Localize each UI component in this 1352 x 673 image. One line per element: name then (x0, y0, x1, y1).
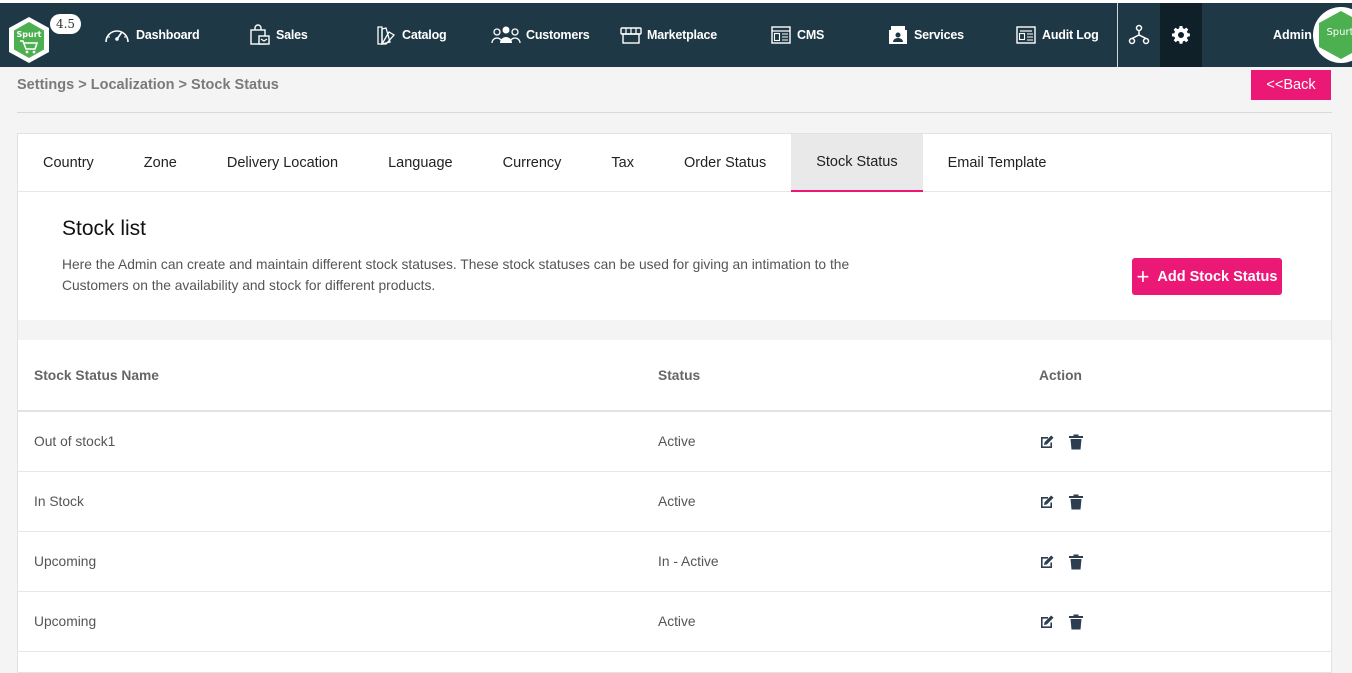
nav-cms-label: CMS (797, 28, 825, 42)
nav-customers[interactable]: Customers (491, 3, 590, 67)
tab-stock-status[interactable]: Stock Status (791, 134, 923, 192)
plus-icon: + (1136, 263, 1150, 289)
add-stock-status-label: Add Stock Status (1157, 268, 1278, 285)
edit-icon[interactable] (1039, 614, 1055, 630)
back-button[interactable]: <<Back (1251, 70, 1331, 100)
nav-marketplace-label: Marketplace (647, 28, 718, 42)
column-header-status: Status (658, 367, 701, 383)
tab-email-template[interactable]: Email Template (923, 134, 1072, 192)
trash-icon[interactable] (1069, 554, 1083, 570)
settings-card: Country Zone Delivery Location Language … (17, 133, 1332, 673)
add-stock-status-button[interactable]: + Add Stock Status (1132, 258, 1282, 295)
row-status: In - Active (658, 554, 719, 569)
trash-icon[interactable] (1069, 494, 1083, 510)
table-row: In Stock Active (18, 472, 1331, 532)
breadcrumb[interactable]: Settings > Localization > Stock Status (17, 77, 279, 93)
shopping-bag-icon (250, 24, 270, 45)
nav-audit-log[interactable]: Audit Log (1015, 3, 1099, 67)
nav-catalog-label: Catalog (402, 28, 447, 42)
tab-language[interactable]: Language (363, 134, 478, 192)
sitemap-button[interactable] (1118, 3, 1160, 67)
row-actions (1039, 614, 1083, 630)
tab-tax[interactable]: Tax (586, 134, 659, 192)
admin-name[interactable]: Admin (1273, 3, 1312, 67)
catalog-swatch-icon (377, 26, 396, 45)
localization-tabs: Country Zone Delivery Location Language … (18, 134, 1331, 192)
speedometer-icon (105, 30, 129, 43)
divider (17, 112, 1332, 113)
tab-zone[interactable]: Zone (119, 134, 202, 192)
svg-text:Spurt: Spurt (17, 30, 42, 39)
tab-delivery-location[interactable]: Delivery Location (202, 134, 363, 192)
nav-dashboard[interactable]: Dashboard (103, 3, 200, 67)
services-icon (889, 26, 907, 44)
section-gap (18, 320, 1331, 340)
cms-layout-icon (771, 26, 791, 44)
nav-services[interactable]: Services (887, 3, 964, 67)
audit-log-icon (1016, 26, 1036, 44)
edit-icon[interactable] (1039, 494, 1055, 510)
page-description: Here the Admin can create and maintain d… (62, 257, 850, 293)
nav-cms[interactable]: CMS (770, 3, 824, 67)
row-name: In Stock (34, 494, 84, 509)
row-actions (1039, 554, 1083, 570)
trash-icon[interactable] (1069, 434, 1083, 450)
table-row: Upcoming In - Active (18, 532, 1331, 592)
trash-icon[interactable] (1069, 614, 1083, 630)
svg-text:Spurt: Spurt (1326, 27, 1352, 38)
row-status: Active (658, 434, 696, 449)
edit-icon[interactable] (1039, 434, 1055, 450)
row-status: Active (658, 614, 696, 629)
nav-sales[interactable]: Sales (249, 3, 308, 67)
row-status: Active (658, 494, 696, 509)
version-badge: 4.5 (50, 14, 81, 34)
stock-list-header: Stock list Here the Admin can create and… (18, 192, 1331, 320)
row-name: Upcoming (34, 614, 97, 629)
top-navbar: Spurt 4.5 Dashboard Sales Catalog Custom… (0, 0, 1352, 67)
tab-order-status[interactable]: Order Status (659, 134, 791, 192)
spurt-logo[interactable]: Spurt (7, 16, 51, 64)
nav-services-label: Services (914, 28, 964, 42)
table-row: Upcoming Active (18, 592, 1331, 652)
sitemap-icon (1128, 24, 1150, 45)
nav-catalog[interactable]: Catalog (375, 3, 447, 67)
column-header-name: Stock Status Name (34, 367, 159, 383)
row-actions (1039, 494, 1083, 510)
nav-sales-label: Sales (276, 28, 308, 42)
edit-icon[interactable] (1039, 554, 1055, 570)
nav-customers-label: Customers (526, 28, 590, 42)
page-title: Stock list (62, 217, 147, 240)
row-name: Out of stock1 (34, 434, 116, 449)
users-icon (491, 26, 521, 44)
settings-button[interactable] (1160, 3, 1202, 67)
nav-marketplace[interactable]: Marketplace (620, 3, 717, 67)
tab-currency[interactable]: Currency (478, 134, 587, 192)
row-actions (1039, 434, 1083, 450)
tab-country[interactable]: Country (18, 134, 119, 192)
row-name: Upcoming (34, 554, 97, 569)
gear-icon (1172, 26, 1190, 44)
nav-audit-log-label: Audit Log (1042, 28, 1099, 42)
stock-status-table: Stock Status Name Status Action Out of s… (18, 340, 1331, 652)
avatar[interactable]: Spurt (1313, 7, 1352, 63)
column-header-action: Action (1039, 367, 1082, 383)
table-row: Out of stock1 Active (18, 412, 1331, 472)
storefront-icon (620, 27, 642, 44)
nav-dashboard-label: Dashboard (136, 28, 200, 42)
table-header: Stock Status Name Status Action (18, 340, 1331, 412)
